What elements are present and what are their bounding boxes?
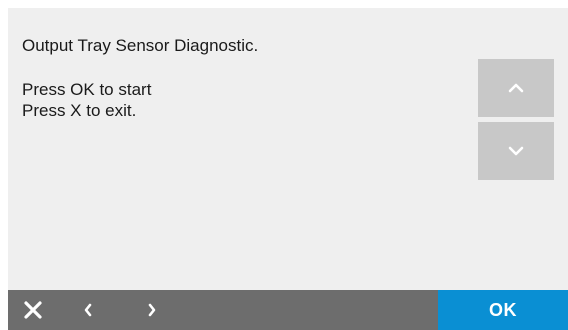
close-button[interactable] xyxy=(16,290,50,330)
dialog-title: Output Tray Sensor Diagnostic. xyxy=(22,36,259,55)
bottom-navigation-bar: OK xyxy=(8,290,568,330)
chevron-right-icon xyxy=(148,303,156,317)
ok-button[interactable]: OK xyxy=(438,290,568,330)
message-area: Output Tray Sensor Diagnostic. Press OK … xyxy=(22,35,258,121)
chevron-left-icon xyxy=(84,303,92,317)
forward-button[interactable] xyxy=(138,290,166,330)
close-icon xyxy=(24,301,42,319)
instruction-start: Press OK to start xyxy=(22,80,152,99)
instruction-exit: Press X to exit. xyxy=(22,101,137,120)
diagnostic-screen: Output Tray Sensor Diagnostic. Press OK … xyxy=(8,8,568,330)
chevron-down-icon xyxy=(508,146,524,156)
back-button[interactable] xyxy=(74,290,102,330)
chevron-up-icon xyxy=(508,83,524,93)
scroll-up-button[interactable] xyxy=(478,59,554,117)
scroll-down-button[interactable] xyxy=(478,122,554,180)
